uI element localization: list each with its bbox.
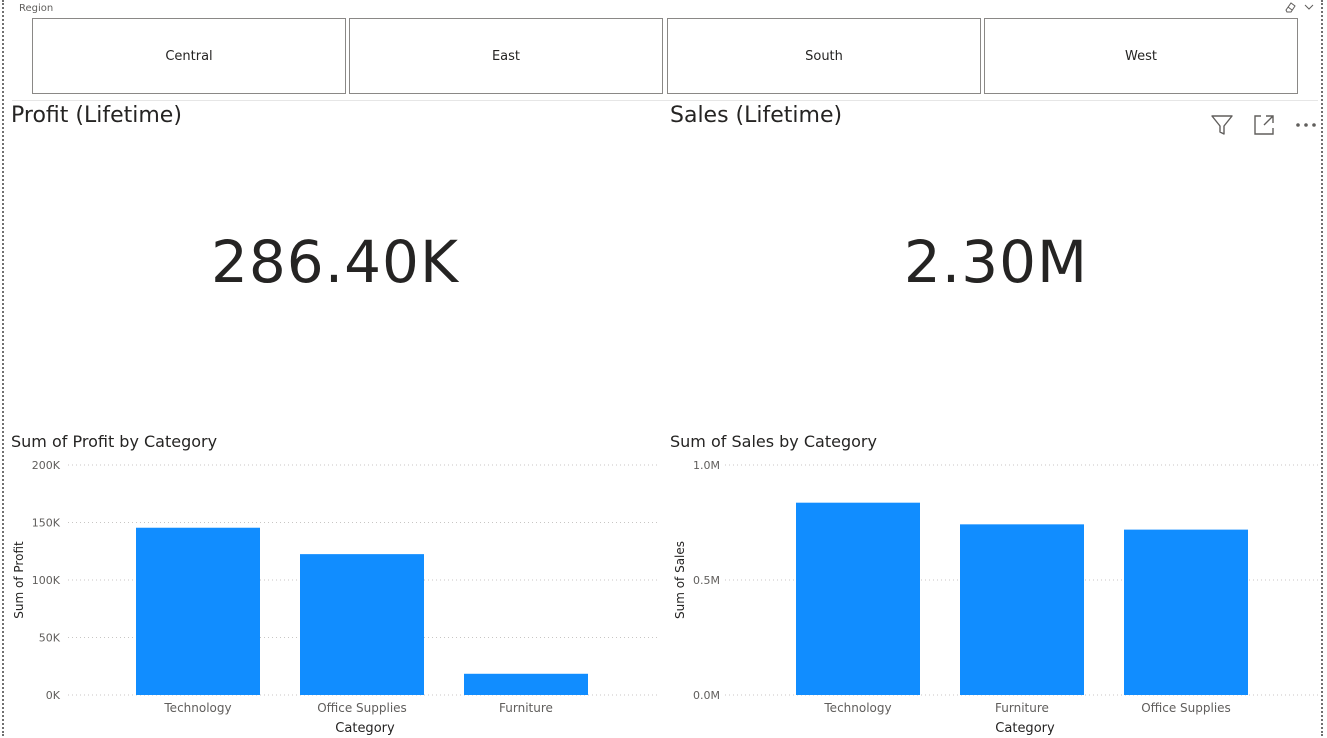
sales-by-category-chart: 0.0M 0.5M 1.0M Technology Furniture Office Su…: [673, 459, 1320, 736]
profit-chart-x-tick-label: Furniture: [499, 701, 553, 715]
sales-chart-y-tick-label: 0.5M: [693, 574, 720, 587]
slicer-item-west[interactable]: West: [984, 18, 1298, 94]
profit-chart-y-tick-label: 200K: [32, 459, 61, 472]
profit-chart-y-tick-label: 50K: [39, 632, 61, 645]
slicer-tools: [1284, 1, 1314, 16]
profit-by-category-chart: 0K 50K 100K 150K 200K Technology Office Suppli…: [12, 459, 660, 736]
profit-chart-bar[interactable]: [136, 527, 260, 695]
sales-chart-x-tick-label: Technology: [823, 701, 891, 715]
sales-chart-x-tick-label: Furniture: [995, 701, 1049, 715]
sales-chart-title: Sum of Sales by Category: [670, 432, 877, 451]
sales-card-value: 2.30M: [903, 228, 1089, 296]
slicer-item-central[interactable]: Central: [32, 18, 346, 94]
slicer-item-east[interactable]: East: [349, 18, 663, 94]
profit-chart-y-tick-label: 0K: [46, 689, 61, 702]
slicer-title: Region: [19, 3, 54, 14]
profit-chart-x-axis-title: Category: [335, 721, 395, 736]
sales-chart-x-axis-title: Category: [995, 721, 1055, 736]
sales-chart-y-axis-title: Sum of Sales: [673, 541, 687, 619]
more-options-icon[interactable]: [1293, 112, 1319, 138]
sales-chart-x-tick-label: Office Supplies: [1141, 701, 1231, 715]
profit-chart-bar[interactable]: [464, 673, 588, 695]
profit-chart-y-axis-title: Sum of Profit: [12, 541, 26, 619]
focus-mode-icon[interactable]: [1251, 112, 1277, 138]
profit-chart-y-tick-label: 100K: [32, 574, 61, 587]
profit-card-title: Profit (Lifetime): [11, 103, 182, 128]
filter-icon[interactable]: [1209, 112, 1235, 138]
profit-chart-x-tick-label: Office Supplies: [317, 701, 407, 715]
region-slicer: Region Central East South West: [12, 0, 1318, 101]
sales-chart-bar[interactable]: [960, 524, 1084, 695]
profit-chart-x-tick-label: Technology: [163, 701, 231, 715]
profit-chart-bar[interactable]: [300, 554, 424, 695]
profit-chart-title: Sum of Profit by Category: [11, 432, 218, 451]
visual-header: [1209, 112, 1319, 138]
sales-chart-bar[interactable]: [796, 502, 920, 695]
sales-chart-y-tick-label: 1.0M: [693, 459, 720, 472]
slicer-item-south[interactable]: South: [667, 18, 981, 94]
chevron-down-icon[interactable]: [1304, 1, 1314, 16]
sales-chart-y-tick-label: 0.0M: [693, 689, 720, 702]
sales-card-title: Sales (Lifetime): [670, 103, 843, 128]
eraser-icon[interactable]: [1284, 1, 1296, 16]
profit-card-value: 286.40K: [211, 228, 459, 296]
sales-chart-bar[interactable]: [1124, 529, 1248, 695]
profit-chart-y-tick-label: 150K: [32, 517, 61, 530]
